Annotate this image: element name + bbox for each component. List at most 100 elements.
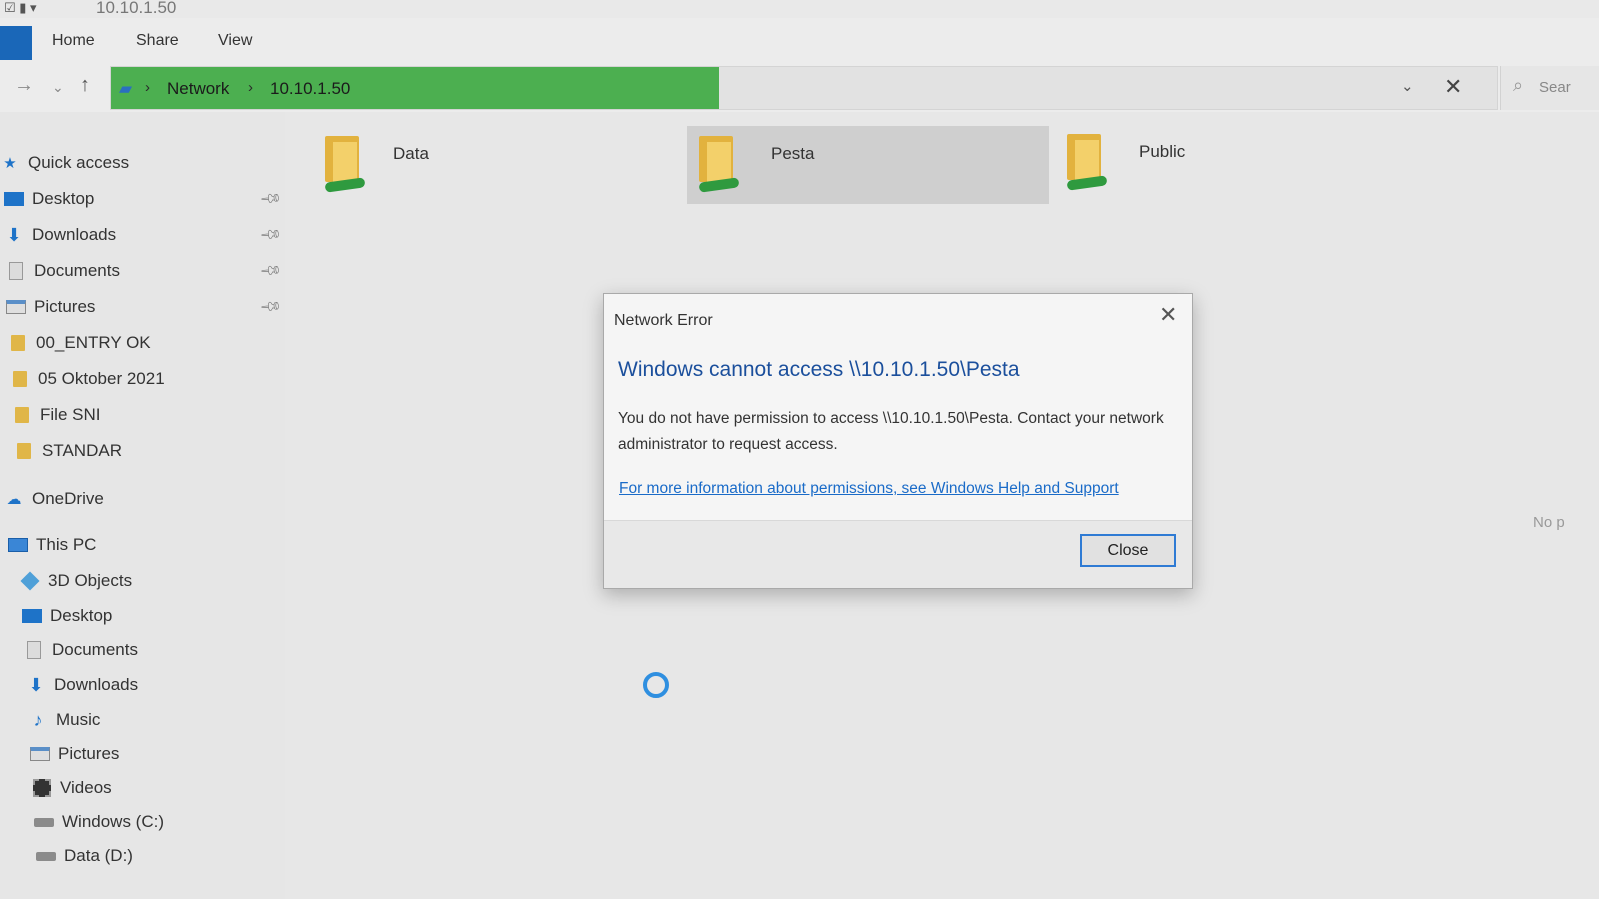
sidebar-item-desktop-pc[interactable]: Desktop	[22, 601, 112, 631]
star-icon: ★	[3, 155, 17, 172]
sidebar-item-standar[interactable]: STANDAR	[14, 436, 122, 466]
computer-icon	[8, 536, 28, 554]
shared-folder-icon	[1066, 134, 1108, 196]
download-icon: ⬇	[28, 674, 44, 695]
pin-icon[interactable]: 📌︎	[259, 186, 283, 210]
sidebar-item-windows-c[interactable]: Windows (C:)	[34, 807, 164, 837]
sidebar-item-label: STANDAR	[42, 441, 122, 460]
navigation-pane: ★ Quick access Desktop 📌︎ ⬇ Downloads 📌︎…	[0, 112, 285, 899]
sidebar-item-file-sni[interactable]: File SNI	[12, 400, 100, 430]
address-row: → ⌄ ↑ ▰ › Network › 10.10.1.50 ⌄ ✕ ⌕ Sea…	[0, 64, 1599, 112]
sidebar-item-label: Music	[56, 710, 101, 729]
breadcrumb-network[interactable]: Network	[167, 79, 229, 99]
sidebar-item-label: Downloads	[54, 675, 139, 694]
sidebar-item-desktop[interactable]: Desktop	[4, 184, 94, 214]
sidebar-item-label: Windows (C:)	[62, 812, 165, 831]
download-icon: ⬇	[6, 224, 22, 245]
sidebar-item-label: Quick access	[28, 153, 130, 172]
folder-icon	[10, 370, 30, 388]
sidebar-item-00-entry-ok[interactable]: 00_ENTRY OK	[8, 328, 151, 358]
breadcrumb-chevron-icon[interactable]: ›	[248, 79, 253, 96]
sidebar-item-label: Desktop	[50, 606, 113, 625]
sidebar-item-label: File SNI	[40, 405, 101, 424]
sidebar-item-music[interactable]: ♪ Music	[28, 705, 101, 735]
sidebar-item-pictures[interactable]: Pictures	[6, 292, 95, 322]
address-dropdown-chevron-icon[interactable]: ⌄	[1401, 77, 1414, 95]
sidebar-item-downloads[interactable]: ⬇ Downloads	[4, 220, 116, 250]
sidebar-item-quick-access[interactable]: ★ Quick access	[0, 148, 129, 178]
network-location-icon: ▰	[119, 79, 133, 98]
search-box[interactable]: ⌕ Sear	[1500, 66, 1599, 110]
sidebar-item-pictures-pc[interactable]: Pictures	[30, 739, 119, 769]
clear-address-close-icon[interactable]: ✕	[1444, 74, 1462, 100]
address-bar[interactable]: ▰ › Network › 10.10.1.50 ⌄ ✕	[110, 66, 1498, 110]
sidebar-item-label: OneDrive	[32, 489, 104, 508]
sidebar-item-label: Desktop	[32, 189, 95, 208]
sidebar-item-videos[interactable]: Videos	[32, 773, 112, 803]
dialog-close-icon[interactable]: ✕	[1159, 302, 1177, 328]
sidebar-item-documents-pc[interactable]: Documents	[24, 635, 138, 665]
dialog-title: Network Error	[614, 312, 713, 329]
sidebar-item-onedrive[interactable]: ☁ OneDrive	[4, 484, 104, 514]
sidebar-item-data-d[interactable]: Data (D:)	[36, 841, 133, 871]
breadcrumb-chevron-icon[interactable]: ›	[145, 79, 150, 96]
forward-arrow-icon[interactable]: →	[14, 74, 34, 97]
dialog-message: You do not have permission to access \\1…	[618, 410, 1164, 453]
file-tab[interactable]	[0, 26, 32, 60]
sidebar-item-this-pc[interactable]: This PC	[8, 530, 96, 560]
share-name: Data	[393, 144, 429, 163]
pin-icon[interactable]: 📌︎	[259, 294, 283, 318]
cloud-icon: ☁	[6, 491, 22, 508]
sidebar-item-label: Data (D:)	[64, 846, 133, 865]
help-and-support-link[interactable]: For more information about permissions, …	[619, 480, 1119, 498]
sidebar-item-downloads-pc[interactable]: ⬇ Downloads	[26, 670, 138, 700]
quick-access-toolbar-icon[interactable]: ☑ ▮ ▾	[4, 0, 37, 16]
preview-pane-hint: No p	[1533, 514, 1565, 531]
share-tile-pesta[interactable]: Pesta	[687, 126, 1049, 204]
desktop-icon	[4, 190, 24, 208]
sidebar-item-label: Pictures	[58, 744, 120, 763]
3d-objects-icon	[20, 571, 40, 591]
dialog-footer: Close	[604, 520, 1192, 588]
search-placeholder: Sear	[1539, 79, 1571, 96]
tab-view[interactable]: View	[218, 32, 252, 50]
documents-icon	[24, 641, 44, 659]
folder-icon	[12, 406, 32, 424]
sidebar-item-label: Documents	[34, 261, 120, 280]
sidebar-item-label: Videos	[60, 778, 112, 797]
documents-icon	[6, 262, 26, 280]
videos-icon	[32, 779, 52, 797]
sidebar-item-documents[interactable]: Documents	[6, 256, 120, 286]
pin-icon[interactable]: 📌︎	[259, 222, 283, 246]
share-name: Pesta	[771, 144, 815, 163]
sidebar-item-05-oktober-2021[interactable]: 05 Oktober 2021	[10, 364, 165, 394]
dialog-heading: Windows cannot access \\10.10.1.50\Pesta	[618, 358, 1020, 381]
network-error-dialog: Network Error ✕ Windows cannot access \\…	[603, 293, 1193, 589]
share-tile-public[interactable]: Public	[1057, 124, 1417, 202]
loading-spinner-icon	[643, 672, 669, 698]
pictures-icon	[6, 298, 26, 316]
tab-home[interactable]: Home	[52, 32, 95, 50]
share-name: Public	[1139, 142, 1186, 161]
sidebar-item-3d-objects[interactable]: 3D Objects	[20, 566, 132, 596]
breadcrumb-host[interactable]: 10.10.1.50	[270, 79, 350, 99]
folder-icon	[14, 442, 34, 460]
sidebar-item-label: 05 Oktober 2021	[38, 369, 165, 388]
title-bar: ☑ ▮ ▾ 10.10.1.50	[0, 0, 1599, 18]
close-button[interactable]: Close	[1080, 534, 1176, 567]
drive-icon	[34, 813, 54, 831]
pictures-icon	[30, 745, 50, 763]
up-arrow-icon[interactable]: ↑	[80, 74, 90, 97]
drive-icon	[36, 847, 56, 865]
recent-locations-chevron-icon[interactable]: ⌄	[52, 79, 64, 96]
sidebar-item-label: Downloads	[32, 225, 117, 244]
tab-share[interactable]: Share	[136, 32, 179, 50]
sidebar-item-label: This PC	[36, 535, 97, 554]
ribbon: Home Share View	[0, 18, 1599, 64]
shared-folder-icon	[698, 136, 740, 198]
search-icon: ⌕	[1513, 75, 1524, 95]
sidebar-item-label: Pictures	[34, 297, 96, 316]
share-tile-data[interactable]: Data	[295, 126, 655, 204]
window-title: 10.10.1.50	[96, 0, 177, 17]
pin-icon[interactable]: 📌︎	[259, 258, 283, 282]
